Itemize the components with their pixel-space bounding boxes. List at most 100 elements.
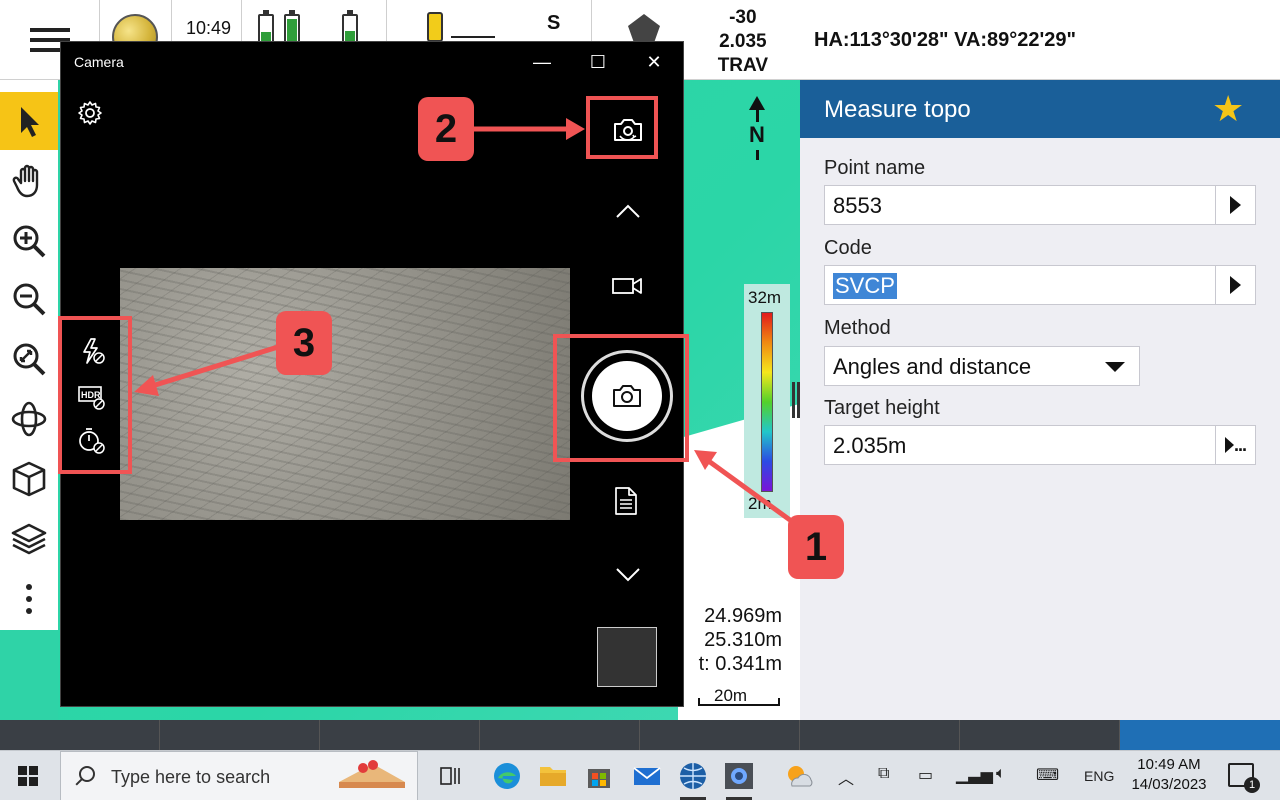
search-highlight-pie-icon	[339, 760, 405, 788]
tablet-icon[interactable]: ⧉	[878, 765, 889, 783]
camera-preview	[120, 268, 570, 520]
callout-badge-3: 3	[276, 311, 332, 375]
measure-line: t: 0.341m	[698, 653, 782, 675]
camera-app-icon	[725, 763, 753, 789]
orbit-tool[interactable]	[0, 390, 58, 448]
settings-gear-icon[interactable]	[77, 100, 103, 126]
legend-max: 32m	[748, 288, 782, 307]
pan-tool[interactable]	[0, 152, 58, 210]
code-field[interactable]: SVCP	[824, 265, 1256, 305]
language-indicator[interactable]: ENG	[1084, 768, 1114, 784]
layers-icon	[11, 523, 47, 555]
target-height-label: Target height	[824, 397, 940, 419]
view-cube-tool[interactable]	[0, 450, 58, 508]
mail-app[interactable]	[630, 759, 664, 793]
close-button[interactable]: ✕	[631, 48, 677, 76]
legend-min: 2m	[748, 494, 772, 513]
play-arrow-icon	[1224, 437, 1234, 453]
chevron-up-icon[interactable]: ︿	[838, 765, 854, 789]
scale-bar: 20m	[690, 682, 790, 712]
taskbar-clock[interactable]: 10:49 AM 14/03/2023	[1128, 755, 1210, 795]
camera-title: Camera	[74, 54, 124, 70]
chevron-down-icon	[1105, 362, 1125, 372]
video-mode-icon[interactable]	[611, 274, 643, 298]
notification-button[interactable]: 1	[1228, 763, 1260, 793]
store-app[interactable]	[582, 759, 616, 793]
clock-time: 10:49 AM	[1137, 756, 1201, 773]
point-name-arrow-button[interactable]	[1215, 186, 1255, 224]
camera-app[interactable]	[722, 759, 756, 800]
target-height-value: 2.035m	[833, 433, 907, 458]
instrument-readout: -30 2.035 TRAV	[718, 6, 768, 78]
controller-icon	[427, 12, 443, 42]
zoom-out-icon	[13, 283, 46, 316]
battery-icon[interactable]: ▭	[918, 765, 933, 785]
method-select[interactable]: Angles and distance	[824, 346, 1140, 386]
keyboard-icon[interactable]: ⌨	[1036, 765, 1059, 785]
zoom-out-tool[interactable]	[0, 270, 58, 328]
volume-icon[interactable]: 🔈︎	[996, 765, 1006, 783]
select-tool[interactable]	[0, 92, 58, 150]
folder-icon	[540, 767, 566, 786]
signal-icon[interactable]: ▁▃▅	[956, 765, 993, 785]
taskbar-search-box[interactable]: Type here to search	[60, 751, 418, 800]
map-view	[0, 630, 58, 720]
code-arrow-button[interactable]	[1215, 266, 1255, 304]
chevron-down-icon[interactable]	[615, 564, 641, 584]
code-value: SVCP	[833, 273, 897, 299]
point-name-value: 8553	[833, 193, 882, 218]
method-label: Method	[824, 317, 891, 339]
chevron-up-icon[interactable]	[615, 202, 641, 222]
target-height-options-button[interactable]: ...	[1215, 426, 1255, 464]
pan-hand-icon	[12, 164, 39, 198]
divider	[451, 36, 495, 38]
point-name-label: Point name	[824, 157, 926, 179]
measure-line: 24.969m	[704, 605, 782, 627]
measure-topo-panel: Measure topo ★ Point name 8553 Code SVCP…	[800, 80, 1280, 720]
edge-app[interactable]	[490, 759, 524, 793]
callout-badge-1: 1	[788, 515, 844, 579]
favorite-star-icon[interactable]: ★	[1212, 88, 1244, 130]
map-toolbar	[0, 80, 58, 630]
battery-icon	[258, 10, 274, 44]
code-label: Code	[824, 237, 872, 259]
task-view-icon	[440, 767, 460, 785]
more-icon	[26, 584, 32, 614]
trimble-app[interactable]	[676, 759, 710, 800]
minimize-button[interactable]: —	[519, 48, 565, 76]
select-arrow-icon	[21, 107, 39, 137]
point-name-field[interactable]: 8553	[824, 185, 1256, 225]
target-height-field[interactable]: 2.035m ...	[824, 425, 1256, 465]
elevation-legend: 32m 2m	[744, 284, 790, 518]
angle-readout-bar: HA:113°30'28" VA:89°22'29"	[800, 0, 1280, 80]
edge-icon	[494, 763, 520, 789]
last-photo-thumbnail[interactable]	[597, 627, 657, 687]
callout-box-2	[586, 96, 658, 159]
globe-icon	[680, 763, 706, 789]
weather-icon	[788, 766, 813, 787]
notification-count: 1	[1244, 777, 1260, 793]
windows-taskbar: Type here to search ︿ ⧉ ▭ ▁▃▅ 🔈︎ ⌨ ENG 1…	[0, 750, 1280, 800]
callout-badge-2: 2	[418, 97, 474, 161]
document-scan-icon[interactable]	[613, 486, 639, 516]
clock-date: 14/03/2023	[1131, 776, 1207, 793]
layers-tool[interactable]	[0, 510, 58, 568]
play-arrow-icon	[1230, 196, 1241, 214]
status-time: 10:49	[186, 18, 232, 38]
ellipsis-icon: ...	[1233, 434, 1247, 455]
zoom-in-tool[interactable]	[0, 212, 58, 270]
maximize-button[interactable]: ☐	[575, 48, 621, 76]
task-view-button[interactable]	[434, 759, 468, 793]
cube-view-icon	[12, 461, 46, 497]
search-placeholder: Type here to search	[111, 767, 271, 787]
file-explorer-app[interactable]	[536, 759, 570, 793]
instrument-line: TRAV	[717, 55, 768, 76]
zoom-extents-tool[interactable]	[0, 330, 58, 388]
panel-header: Measure topo ★	[800, 80, 1280, 138]
weather-widget[interactable]	[782, 759, 816, 793]
total-station-icon	[628, 14, 660, 44]
start-button[interactable]	[18, 766, 38, 786]
sensor-label: S	[547, 12, 561, 34]
more-tools-button[interactable]	[0, 570, 58, 628]
north-label: N	[749, 122, 765, 147]
